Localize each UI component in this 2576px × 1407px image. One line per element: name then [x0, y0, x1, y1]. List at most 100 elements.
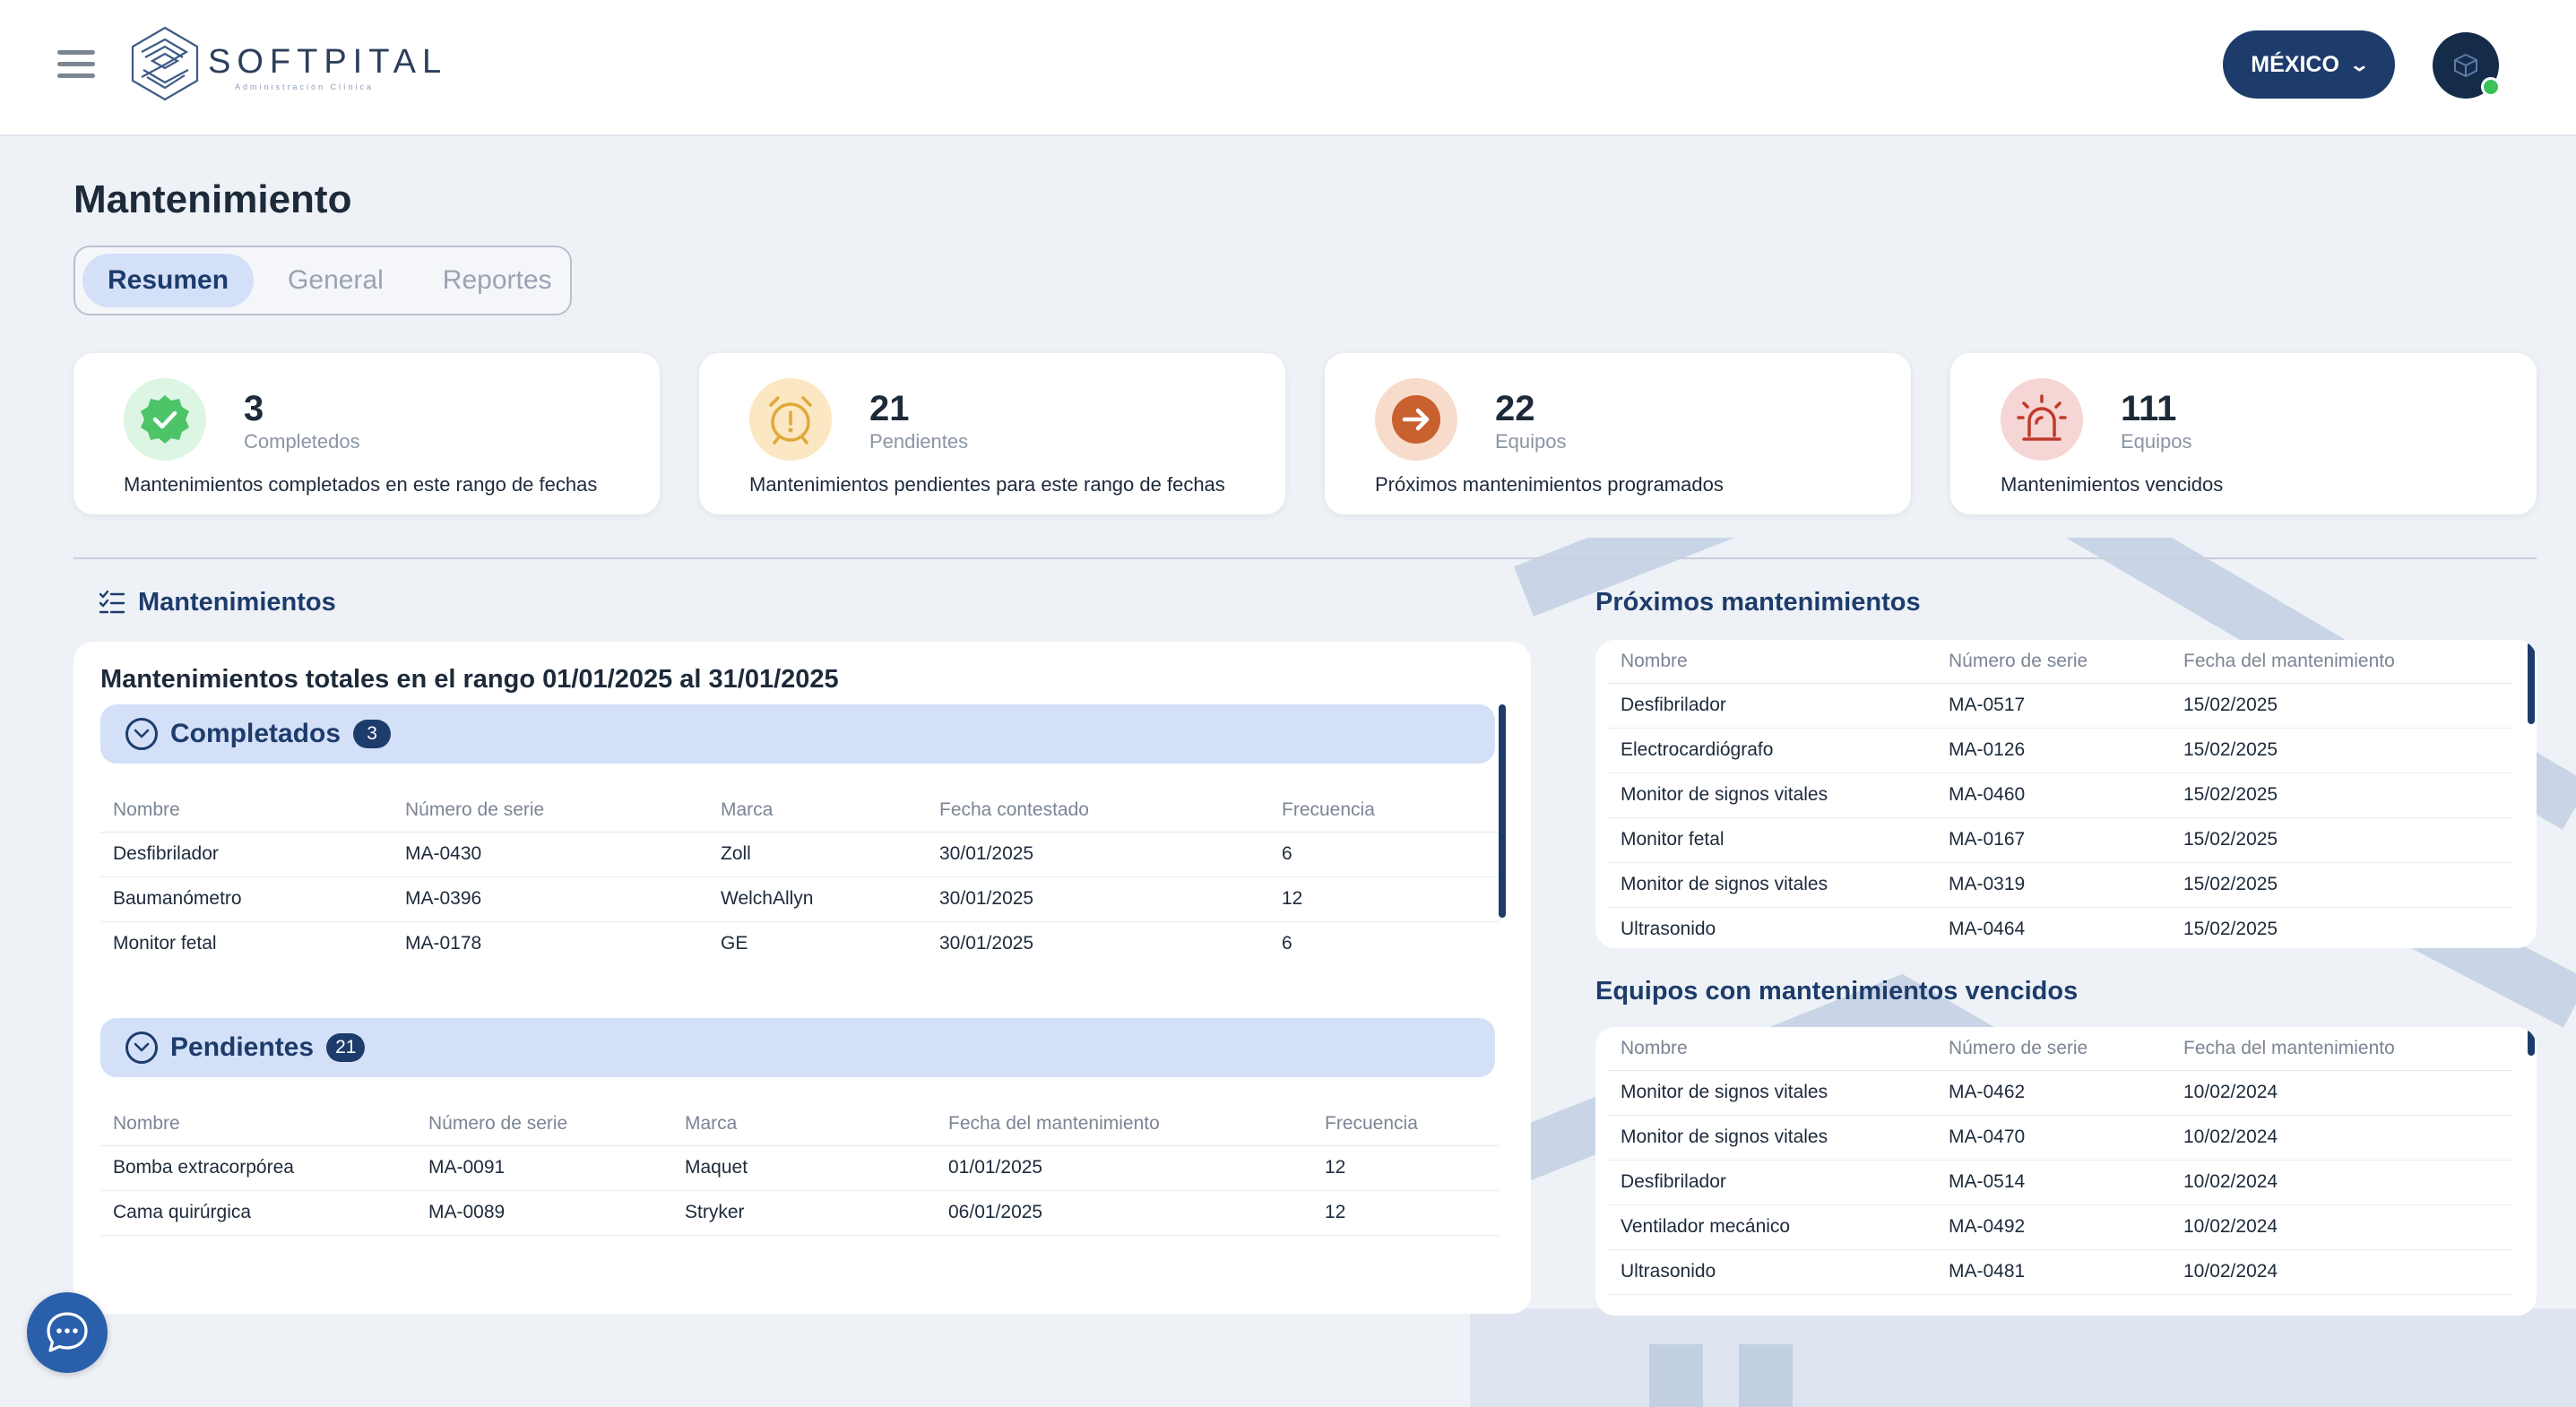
cell-serie: MA-0396 [393, 876, 708, 922]
column-header: Número de serie [1936, 640, 2171, 684]
cell-nombre: Monitor de signos vitales [1608, 1070, 1936, 1116]
avatar-cube-icon [2454, 53, 2477, 78]
stat-description: Próximos mantenimientos programados [1375, 473, 1724, 496]
online-status-indicator [2481, 77, 2501, 97]
stat-value: 111 [2121, 389, 2177, 428]
chat-button[interactable] [27, 1292, 108, 1373]
proximos-scrollbar[interactable] [2528, 642, 2535, 724]
stat-value: 22 [1495, 389, 1535, 428]
stat-description: Mantenimientos vencidos [2001, 473, 2224, 496]
cell-nombre: Ultrasonido [1621, 919, 1716, 940]
logo-mark-icon [131, 26, 199, 101]
column-header: Frecuencia [1269, 789, 1499, 833]
cell-serie: MA-0126 [1936, 728, 2171, 773]
column-header: Fecha del mantenimiento [936, 1102, 1312, 1146]
vencidos-scrollbar[interactable] [2528, 1029, 2535, 1056]
cell-serie: MA-0319 [1936, 862, 2171, 908]
cell-fecha: 15/02/2025 [2183, 919, 2278, 940]
column-header: Nombre [1608, 1027, 1936, 1071]
table-header-row: Nombre Número de serie Marca Fecha conte… [100, 789, 1499, 833]
stat-unit: Equipos [1495, 430, 1567, 453]
cell-nombre: Ventilador mecánico [1608, 1204, 1936, 1250]
cell-nombre: Monitor fetal [113, 933, 217, 954]
table-row[interactable]: Ultrasonido MA-0481 10/02/2024 [1608, 1249, 2513, 1295]
table-row[interactable]: Cama quirúrgica MA-0089 Stryker 06/01/20… [100, 1190, 1499, 1236]
table-row[interactable]: Ultrasonido MA-0464 15/02/2025 [1608, 907, 2513, 948]
table-row[interactable]: Desfibrilador MA-0514 10/02/2024 [1608, 1160, 2513, 1205]
table-row[interactable]: Electrocardiógrafo MA-0126 15/02/2025 [1608, 728, 2513, 773]
pendientes-group-toggle[interactable]: Pendientes 21 [100, 1018, 1495, 1077]
column-header: Número de serie [416, 1102, 672, 1146]
column-header: Número de serie [393, 789, 708, 833]
stat-card-proximos[interactable]: 22 Equipos Próximos mantenimientos progr… [1325, 353, 1911, 514]
table-row[interactable]: Monitor fetal MA-0167 15/02/2025 [1608, 817, 2513, 863]
completados-table: Nombre Número de serie Marca Fecha conte… [100, 789, 1499, 966]
chevron-down-icon [125, 1032, 158, 1064]
cell-nombre: Cama quirúrgica [100, 1190, 416, 1236]
cell-nombre: Electrocardiógrafo [1608, 728, 1936, 773]
stat-card-vencidos[interactable]: 111 Equipos Mantenimientos vencidos [1950, 353, 2537, 514]
top-bar: SOFTPITAL Administración Clínica MÉXICO … [0, 0, 2576, 136]
vencidos-heading: Equipos con mantenimientos vencidos [1595, 977, 2078, 1006]
stat-description: Mantenimientos completados en este rango… [124, 473, 598, 496]
table-row[interactable]: Bomba extracorpórea MA-0091 Maquet 01/01… [100, 1145, 1499, 1191]
cell-nombre: Baumanómetro [100, 876, 393, 922]
cell-frecuencia: 6 [1269, 832, 1499, 877]
cell-nombre: Monitor de signos vitales [1608, 862, 1936, 908]
mantenimientos-scrollbar[interactable] [1499, 704, 1506, 918]
mantenimientos-panel: Mantenimientos totales en el rango 01/01… [73, 642, 1531, 1314]
table-row[interactable]: Ventilador mecánico MA-0492 10/02/2024 [1608, 1204, 2513, 1250]
brand-logo[interactable]: SOFTPITAL Administración Clínica [129, 25, 441, 106]
table-row[interactable]: Monitor de signos vitales MA-0470 10/02/… [1608, 1115, 2513, 1161]
column-header: Nombre [1608, 640, 1936, 684]
cell-nombre: Ultrasonido [1608, 1249, 1936, 1295]
page-title: Mantenimiento [73, 177, 352, 221]
cell-frecuencia: 12 [1312, 1190, 1499, 1236]
table-row[interactable]: Monitor de signos vitales MA-0319 15/02/… [1608, 862, 2513, 908]
cell-marca: GE [721, 933, 748, 954]
country-label: MÉXICO [2251, 51, 2339, 77]
stat-value: 21 [869, 389, 910, 428]
cell-nombre: Desfibrilador [100, 832, 393, 877]
column-header: Marca [672, 1102, 936, 1146]
cell-fecha: 15/02/2025 [2171, 773, 2513, 818]
tab-resumen[interactable]: Resumen [82, 254, 255, 307]
pendientes-count-badge: 21 [326, 1033, 366, 1062]
column-header: Marca [708, 789, 927, 833]
pendientes-label: Pendientes [170, 1032, 315, 1062]
menu-icon[interactable] [57, 50, 95, 79]
alarm-clock-icon [749, 378, 832, 461]
user-avatar[interactable] [2433, 32, 2501, 99]
column-header: Fecha del mantenimiento [2171, 1027, 2513, 1071]
tab-reportes[interactable]: Reportes [418, 254, 577, 307]
cell-fecha: 06/01/2025 [936, 1190, 1312, 1236]
tab-general[interactable]: General [263, 254, 409, 307]
cell-fecha: 15/02/2025 [2171, 683, 2513, 729]
stat-card-pendientes[interactable]: 21 Pendientes Mantenimientos pendientes … [699, 353, 1285, 514]
stat-unit: Pendientes [869, 430, 969, 453]
stat-card-completados[interactable]: 3 Completedos Mantenimientos completados… [73, 353, 660, 514]
table-row[interactable]: Baumanómetro MA-0396 WelchAllyn 30/01/20… [100, 876, 1499, 922]
cell-serie: MA-0089 [416, 1190, 672, 1236]
cell-frecuencia: 6 [1282, 933, 1292, 954]
cell-fecha: 30/01/2025 [927, 876, 1269, 922]
proximos-table: Nombre Número de serie Fecha del manteni… [1608, 640, 2513, 948]
brand-name: SOFTPITAL [208, 43, 448, 81]
vencidos-panel: Nombre Número de serie Fecha del manteni… [1595, 1027, 2537, 1316]
cell-serie: MA-0470 [1936, 1115, 2171, 1161]
cell-marca: WelchAllyn [708, 876, 927, 922]
completados-group-toggle[interactable]: Completados 3 [100, 704, 1495, 764]
cell-serie: MA-0430 [393, 832, 708, 877]
arrow-right-icon [1375, 378, 1457, 461]
cell-fecha: 30/01/2025 [939, 933, 1034, 954]
table-row[interactable]: Desfibrilador MA-0517 15/02/2025 [1608, 683, 2513, 729]
cell-fecha: 10/02/2024 [2171, 1115, 2513, 1161]
column-header: Número de serie [1936, 1027, 2171, 1071]
checklist-icon [99, 590, 125, 613]
table-row[interactable]: Monitor de signos vitales MA-0460 15/02/… [1608, 773, 2513, 818]
table-row[interactable]: Monitor de signos vitales MA-0462 10/02/… [1608, 1070, 2513, 1116]
country-selector-button[interactable]: MÉXICO ⌄ [2223, 30, 2395, 99]
table-row[interactable]: Monitor fetal MA-0178 GE 30/01/2025 6 [100, 921, 1499, 966]
table-row[interactable]: Desfibrilador MA-0430 Zoll 30/01/2025 6 [100, 832, 1499, 877]
cell-serie: MA-0462 [1936, 1070, 2171, 1116]
